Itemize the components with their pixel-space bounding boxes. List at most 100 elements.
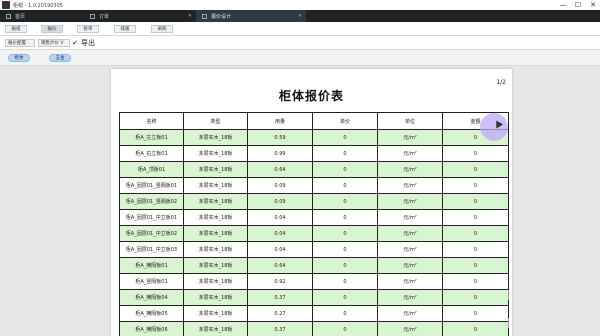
category-toolbar: 柜体 五金 [0,50,600,66]
cell-unit-price: 0 [312,273,378,290]
tab-label: 首页 [15,13,26,20]
cell-type: 多层实木_18板 [183,321,248,336]
cell-type: 多层实木_18板 [183,193,248,210]
cell-quantity: 0.64 [247,161,313,178]
cell-type: 多层实木_18板 [183,161,248,178]
cabinet-pill[interactable]: 柜体 [8,54,30,62]
paper-button[interactable]: 报纸 [5,25,27,33]
cell-unit-price: 0 [312,177,378,194]
home-icon [6,13,11,19]
cell-name: 柜A_横隔板01 [119,257,184,274]
cell-quantity: 0.04 [247,225,313,242]
table-row[interactable]: 柜A_固层01_中立板02 多层实木_18板 0.04 0 元/m² 0 [119,225,509,242]
pricing-mode-select[interactable]: 销售计价 V [38,39,70,47]
tab-home[interactable]: 首页 [0,10,56,22]
tab-quote-design[interactable]: 报价设计 ✕ [196,10,306,22]
cell-quantity: 0.37 [247,289,313,306]
column-header-unit-price: 单价 [312,112,378,130]
cell-quantity: 0.64 [247,257,313,274]
table-row[interactable]: 柜A_固层01_竖隔板01 多层实木_18板 0.09 0 元/m² 0 [119,177,509,194]
cell-unit: 元/m² [377,145,443,162]
cell-name: 柜A_固层01_中立板02 [119,225,184,242]
cell-name: 柜A_左立板01 [119,129,184,146]
close-tab-icon[interactable]: ✕ [188,13,192,19]
purchase-button[interactable]: 采购 [151,25,173,33]
minimize-button[interactable]: — [556,0,570,10]
cell-quantity: 0.09 [247,193,313,210]
tab-orders[interactable]: 订单 ✕ [84,10,196,22]
close-tab-icon[interactable]: ✕ [298,13,302,19]
column-header-name: 名称 [119,112,184,130]
cell-name: 柜A_固层01_中立板03 [119,241,184,258]
close-button[interactable]: ✕ [586,0,600,10]
window-titlebar: 柜帽 - 1.0.20190305 — ☐ ✕ [0,0,600,10]
cell-unit-price: 0 [312,161,378,178]
table-row[interactable]: 柜A_固层01_中立板03 多层实木_18板 0.04 0 元/m² 0 [119,241,509,258]
maximize-button[interactable]: ☐ [571,0,585,10]
column-header-quantity: 用量 [247,112,313,130]
table-row[interactable]: 柜A_横隔板05 多层实木_18板 0.27 0 元/m² 0 [119,305,509,322]
cell-amount: 0 [442,209,509,226]
quote-settings-button[interactable]: 报价配置 [5,39,35,47]
cell-unit-price: 0 [312,305,378,322]
cell-unit: 元/m² [377,177,443,194]
cell-unit-price: 0 [312,257,378,274]
table-row[interactable]: 柜A_横隔板01 多层实木_18板 0.64 0 元/m² 0 [119,257,509,274]
cell-unit: 元/m² [377,305,443,322]
cell-unit: 元/m² [377,193,443,210]
scrollbar-tick[interactable] [508,318,509,328]
app-icon [2,1,10,9]
document-title: 柜体报价表 [278,89,344,103]
table-row[interactable]: 柜A_横隔板06 多层实木_18板 0.37 0 元/m² 0 [119,321,509,336]
table-row[interactable]: 柜A_顶板01 多层实木_18板 0.64 0 元/m² 0 [119,161,509,178]
cell-type: 多层实木_18板 [183,177,248,194]
quote-toolbar: 报价配置 销售计价 V ✔ 导出 [0,36,600,50]
cell-unit-price: 0 [312,289,378,306]
cell-name: 柜A_横隔板05 [119,305,184,322]
cell-type: 多层实木_18板 [183,241,248,258]
table-row[interactable]: 柜A_固层01_竖隔板02 多层实木_18板 0.09 0 元/m² 0 [119,193,509,210]
cell-unit-price: 0 [312,193,378,210]
split-order-button[interactable]: 拆单 [77,25,99,33]
cell-amount: 0 [442,305,509,322]
cell-name: 柜A_固层01_竖隔板02 [119,193,184,210]
cell-name: 柜A_固层01_竖隔板01 [119,177,184,194]
check-icon[interactable]: ✔ [72,39,78,47]
table-row[interactable]: 柜A_左立板01 多层实木_18板 0.59 0 元/m² 0 [119,129,509,146]
cell-amount: 0 [442,273,509,290]
cell-amount: 0 [442,289,509,306]
quote-button[interactable]: 报价 [41,25,63,33]
cell-type: 多层实木_18板 [183,273,248,290]
cell-name: 柜A_顶板01 [119,161,184,178]
table-row[interactable]: 柜A_竖隔板01 多层实木_18板 0.92 0 元/m² 0 [119,273,509,290]
module-toolbar: 报纸 报价 拆单 排版 采购 [0,22,600,36]
cell-type: 多层实木_18板 [183,257,248,274]
cell-unit: 元/m² [377,257,443,274]
cell-unit-price: 0 [312,321,378,336]
cell-unit: 元/m² [377,321,443,336]
table-row[interactable]: 柜A_右立板01 多层实木_18板 0.99 0 元/m² 0 [119,145,509,162]
cell-type: 多层实木_18板 [183,225,248,242]
cell-unit-price: 0 [312,225,378,242]
tab-bar: 首页 订单 ✕ 报价设计 ✕ [0,10,600,22]
cell-type: 多层实木_18板 [183,209,248,226]
cell-quantity: 0.92 [247,273,313,290]
cell-type: 多层实木_18板 [183,129,248,146]
table-row[interactable]: 柜A_固层01_中立板01 多层实木_18板 0.04 0 元/m² 0 [119,209,509,226]
column-header-unit: 单位 [377,112,443,130]
table-row[interactable]: 柜A_横隔板04 多层实木_18板 0.37 0 元/m² 0 [119,289,509,306]
cell-unit-price: 0 [312,209,378,226]
cursor-highlight [480,113,508,141]
cell-amount: 0 [442,161,509,178]
export-button[interactable]: 导出 [81,38,95,48]
layout-button[interactable]: 排版 [114,25,136,33]
hardware-pill[interactable]: 五金 [49,54,71,62]
cell-unit: 元/m² [377,161,443,178]
orders-icon [90,13,95,19]
cell-type: 多层实木_18板 [183,289,248,306]
column-header-type: 类型 [183,112,248,130]
scrollbar-tick[interactable] [508,290,509,300]
window-title: 柜帽 - 1.0.20190305 [13,2,63,9]
cell-name: 柜A_右立板01 [119,145,184,162]
cell-quantity: 0.09 [247,177,313,194]
